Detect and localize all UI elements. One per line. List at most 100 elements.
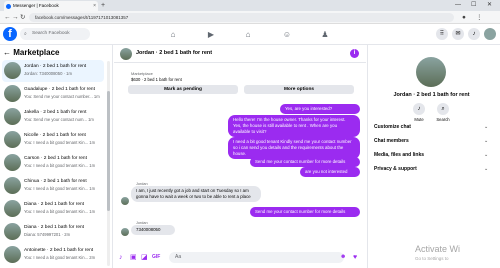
- bell-icon[interactable]: ♪: [468, 28, 480, 40]
- conversation-title: Diana · 2 bed 1 bath for rent: [24, 202, 84, 207]
- tab-close-icon[interactable]: ×: [93, 1, 96, 11]
- like-icon[interactable]: ♥: [353, 253, 357, 262]
- info-icon[interactable]: i: [350, 49, 359, 58]
- conversation-preview: Jordan: 7340008050 · 1m: [24, 71, 72, 76]
- sender-avatar[interactable]: [121, 228, 129, 236]
- received-message[interactable]: I am, I just recently got a job and star…: [131, 186, 261, 202]
- conversation-preview: You: I need a bit good tenant Kin... 1m: [24, 163, 96, 168]
- chevron-down-icon[interactable]: ⌄: [484, 138, 488, 144]
- back-arrow-icon[interactable]: ←: [3, 48, 11, 57]
- media-files-section[interactable]: Media, files and links: [374, 152, 424, 158]
- listing-thumbnail: [4, 200, 21, 217]
- profile-avatar-large[interactable]: [416, 57, 446, 87]
- sender-avatar[interactable]: [121, 197, 129, 205]
- reload-button[interactable]: ↻: [20, 12, 25, 23]
- conversation-preview: You: I need a bit good tenant Kin... 1m: [24, 209, 96, 214]
- conversation-title: Guadalupe · 2 bed 1 bath for rent: [24, 87, 95, 92]
- listing-summary[interactable]: $630 · 2 bed 1 bath for rent: [131, 77, 182, 82]
- minimize-button[interactable]: —: [455, 0, 461, 10]
- scrollbar-thumb[interactable]: [107, 91, 110, 211]
- conversation-title: Chinua · 2 bed 1 bath for rent: [24, 179, 87, 184]
- maximize-button[interactable]: ☐: [471, 0, 476, 10]
- sent-message[interactable]: Hello there! I'm the house owner. Thanks…: [228, 115, 360, 137]
- listing-thumbnail: [4, 154, 21, 171]
- conversation-title: Nicolle · 2 bed 1 bath for rent: [24, 133, 86, 138]
- mute-label: Mute: [414, 117, 424, 122]
- gif-icon[interactable]: GIF: [152, 253, 160, 262]
- facebook-logo[interactable]: f: [3, 27, 17, 41]
- sent-message[interactable]: Yes, are you interested?: [280, 104, 360, 114]
- marketplace-title: Marketplace: [13, 48, 60, 57]
- extensions-icon[interactable]: ⋮: [476, 12, 483, 23]
- profile-avatar[interactable]: [484, 28, 496, 40]
- list-item[interactable]: Chinua · 2 bed 1 bath for rent You: I nee…: [2, 175, 104, 197]
- browser-tabbar: Messenger | Facebook × + — ☐ ✕: [0, 0, 500, 11]
- close-window-button[interactable]: ✕: [487, 0, 492, 10]
- list-item[interactable]: Jakella · 2 bed 1 bath for rent You: Send…: [2, 106, 104, 128]
- messenger-icon[interactable]: ✉: [452, 28, 464, 40]
- listing-thumbnail: [4, 131, 21, 148]
- browser-tab[interactable]: Messenger | Facebook ×: [4, 1, 98, 11]
- video-icon[interactable]: ▶: [204, 28, 218, 41]
- list-item[interactable]: Jordan · 2 bed 1 bath for rent Jordan: 73…: [2, 60, 104, 82]
- marketplace-label: Marketplace: [131, 71, 153, 76]
- back-button[interactable]: ←: [4, 12, 11, 23]
- profile-icon[interactable]: ●: [462, 12, 466, 23]
- search-icon[interactable]: ⌕: [437, 103, 449, 115]
- search-input[interactable]: ⌕ Search Facebook: [20, 28, 90, 40]
- chevron-down-icon[interactable]: ⌄: [484, 166, 488, 172]
- bell-mute-icon[interactable]: ♪: [413, 103, 425, 115]
- activate-windows-watermark: Activate Wi: [415, 244, 461, 254]
- photo-icon[interactable]: ▣: [130, 253, 137, 262]
- forward-button[interactable]: →: [12, 12, 19, 23]
- messenger-favicon-icon: [6, 3, 11, 9]
- sent-message[interactable]: are you not interested: [300, 167, 360, 177]
- marketplace-icon[interactable]: ⌂: [241, 28, 255, 41]
- message-input[interactable]: Aa: [169, 252, 344, 263]
- home-icon[interactable]: ⌂: [166, 28, 180, 41]
- search-placeholder: Search Facebook: [32, 31, 70, 36]
- conversation-preview: You: Send me your contact number... 1m: [24, 94, 100, 99]
- list-item[interactable]: Diana · 2 bed 1 bath for rent Diana: 5749…: [2, 221, 104, 243]
- privacy-support-section[interactable]: Privacy & support: [374, 166, 417, 172]
- search-icon: ⌕: [24, 31, 27, 37]
- chevron-down-icon[interactable]: ⌄: [484, 152, 488, 158]
- url-field[interactable]: facebook.com/messages/t/1197171013081357: [29, 13, 454, 22]
- list-item[interactable]: Guadalupe · 2 bed 1 bath for rent You: Se…: [2, 83, 104, 105]
- marketplace-header: ← Marketplace: [3, 48, 59, 57]
- conversation-list[interactable]: Jordan · 2 bed 1 bath for rent Jordan: 73…: [0, 60, 105, 268]
- tab-title: Messenger | Facebook: [13, 3, 59, 8]
- chat-panel: Jordan · 2 bed 1 bath for rent i Marketp…: [114, 45, 366, 268]
- listing-thumbnail: [4, 85, 21, 102]
- chat-title[interactable]: Jordan · 2 bed 1 bath for rent: [136, 50, 212, 56]
- list-item[interactable]: Diana · 2 bed 1 bath for rent You: I need…: [2, 198, 104, 220]
- chat-avatar[interactable]: [120, 48, 132, 60]
- composer: ♪ ▣ ◪ GIF Aa ☻ ♥: [114, 248, 366, 268]
- sent-message[interactable]: Send me your contact number for more det…: [250, 157, 360, 167]
- list-scrollbar[interactable]: [107, 61, 110, 266]
- groups-icon[interactable]: ☺: [280, 28, 294, 41]
- mic-icon[interactable]: ♪: [119, 253, 123, 262]
- chat-info-panel: Jordan · 2 bed 1 bath for rent ♪ Mute ⌕ …: [367, 45, 500, 268]
- conversation-title: Diana · 2 bed 1 bath for rent: [24, 225, 84, 230]
- sticker-icon[interactable]: ◪: [141, 253, 148, 262]
- emoji-icon[interactable]: ☻: [340, 253, 346, 262]
- gaming-icon[interactable]: ♟: [318, 28, 332, 41]
- sent-message[interactable]: Send me your contact number for more det…: [250, 207, 360, 217]
- search-label: Search: [436, 117, 450, 122]
- sent-message[interactable]: I need a bit good tenant Kindly send me …: [228, 137, 360, 159]
- menu-grid-icon[interactable]: ⠿: [436, 28, 448, 40]
- list-item[interactable]: Nicolle · 2 bed 1 bath for rent You: I ne…: [2, 129, 104, 151]
- received-message[interactable]: 7340008050: [131, 225, 175, 235]
- more-options-button[interactable]: More options: [244, 85, 354, 94]
- chevron-down-icon[interactable]: ⌄: [484, 124, 488, 130]
- conversation-title: Jordan · 2 bed 1 bath for rent: [24, 64, 87, 69]
- list-item[interactable]: Antoinette · 2 bed 1 bath for rent You: I…: [2, 244, 104, 266]
- list-item[interactable]: Carson · 2 bed 1 bath for rent You: I nee…: [2, 152, 104, 174]
- listing-thumbnail: [4, 223, 21, 240]
- mark-pending-button[interactable]: Mark as pending: [128, 85, 238, 94]
- chat-members-section[interactable]: Chat members: [374, 138, 409, 144]
- new-tab-button[interactable]: +: [101, 1, 105, 10]
- customize-chat-section[interactable]: Customize chat: [374, 124, 411, 130]
- facebook-nav: f ⌕ Search Facebook ⌂ ▶ ⌂ ☺ ♟ ⠿ ✉ ♪: [0, 24, 500, 45]
